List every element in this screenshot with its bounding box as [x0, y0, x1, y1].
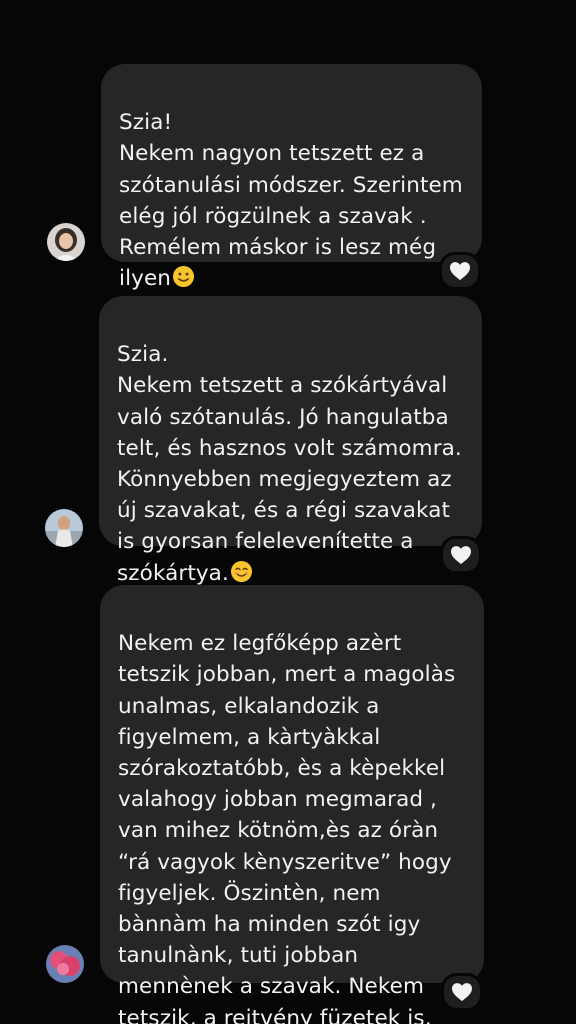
profile-photo-icon	[46, 945, 84, 983]
message-bubble[interactable]: Szia. Nekem tetszett a szókártyával való…	[99, 296, 482, 586]
avatar[interactable]	[46, 945, 84, 983]
slightly-smiling-face-icon	[172, 265, 195, 288]
message-text: Szia! Nekem nagyon tetszett ez a szótanu…	[119, 110, 463, 292]
smiling-face-icon	[230, 560, 253, 583]
message-bubble[interactable]: Nekem ez legfőképp azèrt tetszik jobban,…	[100, 585, 484, 1024]
chat-screen: Szia! Nekem nagyon tetszett ez a szótanu…	[0, 0, 576, 1024]
heart-reaction[interactable]	[440, 536, 482, 574]
message-bubble[interactable]: Szia! Nekem nagyon tetszett ez a szótanu…	[101, 64, 482, 291]
message-text: Nekem ez legfőképp azèrt tetszik jobban,…	[118, 631, 456, 1024]
heart-reaction[interactable]	[439, 252, 481, 290]
message-text: Szia. Nekem tetszett a szókártyával való…	[117, 342, 462, 586]
heart-icon	[451, 546, 471, 565]
avatar[interactable]	[47, 223, 85, 261]
avatar[interactable]	[45, 509, 83, 547]
heart-reaction[interactable]	[441, 973, 483, 1011]
profile-photo-icon	[47, 223, 85, 261]
heart-icon	[452, 983, 472, 1002]
heart-icon	[450, 262, 470, 281]
profile-photo-icon	[45, 509, 83, 547]
